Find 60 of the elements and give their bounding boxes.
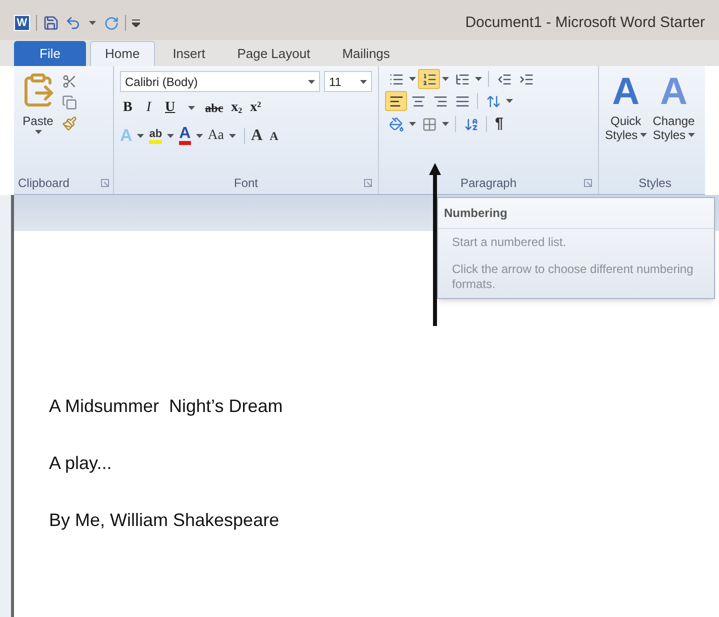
caret-icon[interactable] (409, 122, 416, 126)
paste-label[interactable]: Paste (22, 112, 54, 130)
caret-icon[interactable] (442, 122, 449, 126)
caret-icon[interactable] (89, 21, 96, 25)
font-name-field[interactable]: Calibri (Body) (120, 71, 320, 92)
caret-icon[interactable] (640, 133, 647, 137)
superscript-button[interactable]: x$^{2}$ (250, 97, 262, 118)
shrink-font-button[interactable]: A (270, 126, 278, 145)
caret-icon[interactable] (188, 106, 196, 110)
ribbon-tab[interactable]: Page Layout (223, 41, 324, 66)
window-title: Document1 - Microsoft Word Starter (465, 12, 705, 33)
show-marks-button[interactable]: ¶ (491, 113, 508, 136)
caret-icon[interactable] (360, 80, 367, 84)
save-icon[interactable] (43, 15, 59, 31)
copy-icon[interactable] (62, 95, 77, 110)
subscript-button[interactable]: x$_{2}$ (231, 97, 242, 118)
strikethrough-button[interactable]: abc (205, 98, 224, 116)
file-tab[interactable]: File (14, 41, 86, 66)
styles-button[interactable]: A Quick Styles (605, 70, 647, 172)
underline-button[interactable]: U (162, 97, 178, 118)
format-painter-icon[interactable] (62, 116, 77, 131)
caret-icon[interactable] (229, 134, 236, 138)
align-left-icon[interactable] (385, 91, 407, 111)
bold-button[interactable]: B (120, 97, 136, 118)
group-label: Font (234, 175, 258, 192)
ribbon-tab[interactable]: Home (90, 41, 155, 66)
document-paragraph: A play... (49, 452, 113, 475)
undo-icon[interactable] (65, 15, 81, 31)
highlight-button[interactable]: ab (149, 128, 162, 144)
change-case-button[interactable]: Aa (208, 125, 224, 146)
document-paragraph: By Me, William Shakespeare (49, 509, 280, 532)
group-label: Styles (638, 175, 672, 192)
caret-icon[interactable] (475, 77, 482, 81)
redo-icon[interactable] (104, 16, 119, 30)
group-label: Clipboard (18, 175, 70, 192)
numbering-icon[interactable] (418, 69, 440, 89)
customize-toolbar-icon[interactable] (132, 19, 140, 27)
tooltip-text: Start a numbered list. (452, 235, 568, 250)
caret-icon[interactable] (137, 134, 144, 138)
font-size-field[interactable]: 11 (324, 71, 372, 92)
caret-icon[interactable] (196, 134, 203, 138)
cut-icon[interactable] (62, 74, 77, 89)
grow-font-button[interactable]: A (251, 124, 263, 148)
tooltip-title: Numbering (438, 198, 714, 229)
ribbon-tab[interactable]: Insert (158, 41, 220, 66)
caret-icon[interactable] (506, 99, 513, 103)
document-paragraph: A Midsummer Night’s Dream (49, 395, 284, 418)
caret-icon[interactable] (308, 80, 315, 84)
italic-button[interactable]: I (143, 97, 154, 118)
caret-icon[interactable] (34, 130, 42, 134)
app-logo: W (14, 15, 30, 31)
caret-icon[interactable] (409, 77, 416, 81)
styles-button[interactable]: A Change Styles (652, 70, 695, 172)
font-color-button[interactable]: A (179, 126, 191, 146)
group-label: Paragraph (460, 175, 517, 192)
caret-icon[interactable] (688, 133, 695, 137)
tooltip-text: Click the arrow to choose different numbering formats. (452, 262, 694, 292)
caret-icon[interactable] (167, 134, 174, 138)
caret-icon[interactable] (442, 77, 449, 81)
ribbon-tab[interactable]: Mailings (328, 41, 404, 66)
